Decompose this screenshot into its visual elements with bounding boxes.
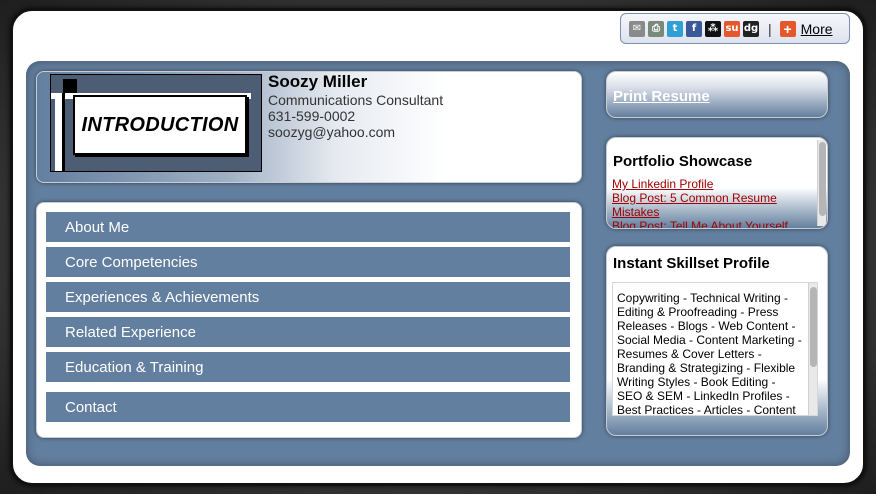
portfolio-title: Portfolio Showcase [613,153,753,170]
myspace-icon[interactable]: ⁂ [705,20,721,37]
portfolio-link[interactable]: Blog Post: 5 Common Resume Mistakes [612,191,808,219]
portfolio-link-list: My Linkedin Profile Blog Post: 5 Common … [612,177,808,228]
skillset-box: Copywriting - Technical Writing - Editin… [612,282,818,416]
nav-item-core-competencies[interactable]: Core Competencies [46,247,570,277]
nav-item-education[interactable]: Education & Training [46,352,570,382]
facebook-icon[interactable]: f [686,20,702,37]
nav-item-about-me[interactable]: About Me [46,212,570,242]
skillset-title: Instant Skillset Profile [613,255,770,272]
stumbleupon-icon[interactable]: su [724,20,740,37]
logo-text: INTRODUCTION [81,113,239,136]
digg-icon[interactable]: dg [743,20,759,37]
logo-decoration [55,93,65,171]
person-title: Communications Consultant [268,92,444,108]
print-icon[interactable]: ⎙ [648,20,664,37]
nav-item-related-experience[interactable]: Related Experience [46,317,570,347]
contact-info: Soozy Miller Communications Consultant 6… [268,72,443,140]
print-resume-card: Print Resume [606,71,828,118]
nav-item-experiences[interactable]: Experiences & Achievements [46,282,570,312]
scroll-thumb[interactable] [819,142,826,216]
portfolio-scrollbar[interactable] [817,140,826,226]
person-phone: 631-599-0002 [268,108,356,124]
nav-item-contact[interactable]: Contact [46,392,570,422]
scroll-thumb[interactable] [810,287,817,367]
skillset-text: Copywriting - Technical Writing - Editin… [617,291,802,416]
portfolio-link[interactable]: My Linkedin Profile [612,177,808,191]
twitter-icon[interactable]: t [667,20,683,37]
skillset-scrollbar[interactable] [808,283,817,415]
share-toolbar: ✉ ⎙ t f ⁂ su dg | + More [620,13,850,44]
portfolio-card: Portfolio Showcase My Linkedin Profile B… [606,137,828,229]
print-resume-link[interactable]: Print Resume [613,88,710,105]
share-separator: | [768,20,772,37]
email-icon[interactable]: ✉ [629,20,645,37]
logo-box: INTRODUCTION [73,95,247,155]
person-name: Soozy Miller [268,72,368,91]
introduction-logo: INTRODUCTION [50,74,262,172]
portfolio-link[interactable]: Blog Post: Tell Me About Yourself [612,219,808,228]
more-share-link[interactable]: More [801,21,833,37]
plus-icon[interactable]: + [779,20,796,37]
skillset-card: Instant Skillset Profile Copywriting - T… [606,246,828,436]
person-email: soozyg@yahoo.com [268,124,396,140]
